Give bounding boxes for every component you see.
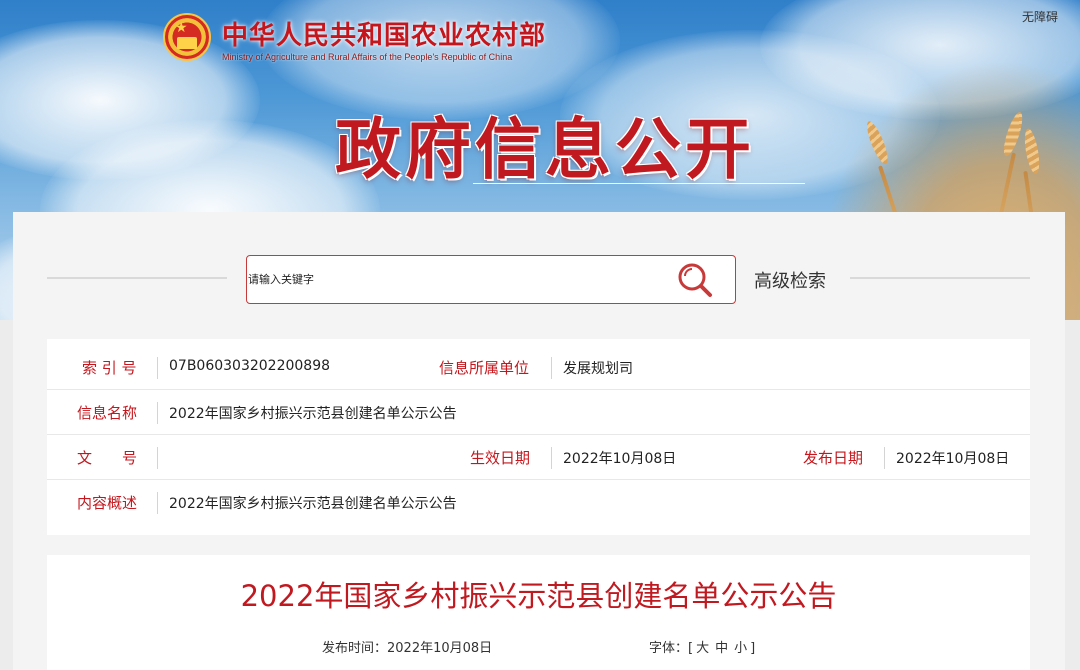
ministry-english-name: Ministry of Agriculture and Rural Affair… [222, 52, 513, 62]
name-label: 信息名称 [77, 404, 138, 422]
effective-date-label: 生效日期 [470, 449, 531, 467]
effective-date-value: 2022年10月08日 [563, 451, 677, 467]
summary-value: 2022年国家乡村振兴示范县创建名单公示公告 [169, 496, 457, 512]
unit-label: 信息所属单位 [439, 359, 530, 377]
title-underline [473, 183, 805, 184]
article: 2022年国家乡村振兴示范县创建名单公示公告 发布时间：2022年10月08日 … [47, 555, 1030, 670]
publish-time-value: 2022年10月08日 [387, 641, 493, 656]
unit-value: 发展规划司 [563, 361, 633, 377]
divider [884, 447, 885, 469]
divider [551, 357, 552, 379]
star-icon: ★ [175, 20, 188, 36]
search-input[interactable] [247, 256, 667, 303]
index-label: 索 引 号 [82, 359, 137, 377]
font-medium-button[interactable]: 中 [715, 641, 728, 656]
summary-label: 内容概述 [77, 494, 138, 512]
search-box [246, 255, 736, 304]
font-large-button[interactable]: 大 [696, 641, 709, 656]
font-bracket-close: ] [750, 641, 756, 656]
search-divider-left [47, 277, 227, 279]
divider [157, 492, 158, 514]
font-size-control: 字体：[大中小] [649, 637, 755, 656]
publish-date-value: 2022年10月08日 [896, 451, 1010, 467]
search-icon[interactable] [676, 262, 716, 298]
divider [157, 402, 158, 424]
font-size-label: 字体： [649, 641, 689, 656]
info-table: 索 引 号 07B060303202200898 信息所属单位 发展规划司 信息… [47, 339, 1030, 535]
advanced-search-link[interactable]: 高级检索 [754, 267, 826, 293]
index-value: 07B060303202200898 [169, 358, 331, 374]
search-divider-right [850, 277, 1030, 279]
national-emblem-icon[interactable]: ★ [163, 13, 211, 61]
ministry-name[interactable]: 中华人民共和国农业农村部 [222, 15, 546, 52]
article-title: 2022年国家乡村振兴示范县创建名单公示公告 [240, 579, 837, 613]
publish-time-label: 发布时间： [322, 641, 388, 656]
font-small-button[interactable]: 小 [734, 641, 747, 656]
font-bracket-open: [ [688, 641, 694, 656]
divider [157, 357, 158, 379]
publish-time: 发布时间：2022年10月08日 [322, 637, 492, 656]
gate-icon [177, 37, 197, 49]
divider [157, 447, 158, 469]
divider [551, 447, 552, 469]
info-row-doc: 文 号 生效日期 2022年10月08日 发布日期 2022年10月08日 [47, 435, 1030, 480]
page-title: 政府信息公开 [335, 111, 755, 188]
info-row-index: 索 引 号 07B060303202200898 信息所属单位 发展规划司 [47, 345, 1030, 390]
name-value: 2022年国家乡村振兴示范县创建名单公示公告 [169, 406, 457, 422]
info-row-summary: 内容概述 2022年国家乡村振兴示范县创建名单公示公告 [47, 480, 1030, 525]
accessibility-link[interactable]: 无障碍 [1022, 8, 1058, 25]
publish-date-label: 发布日期 [803, 449, 864, 467]
info-row-name: 信息名称 2022年国家乡村振兴示范县创建名单公示公告 [47, 390, 1030, 435]
doc-number-label: 文 号 [77, 449, 138, 467]
